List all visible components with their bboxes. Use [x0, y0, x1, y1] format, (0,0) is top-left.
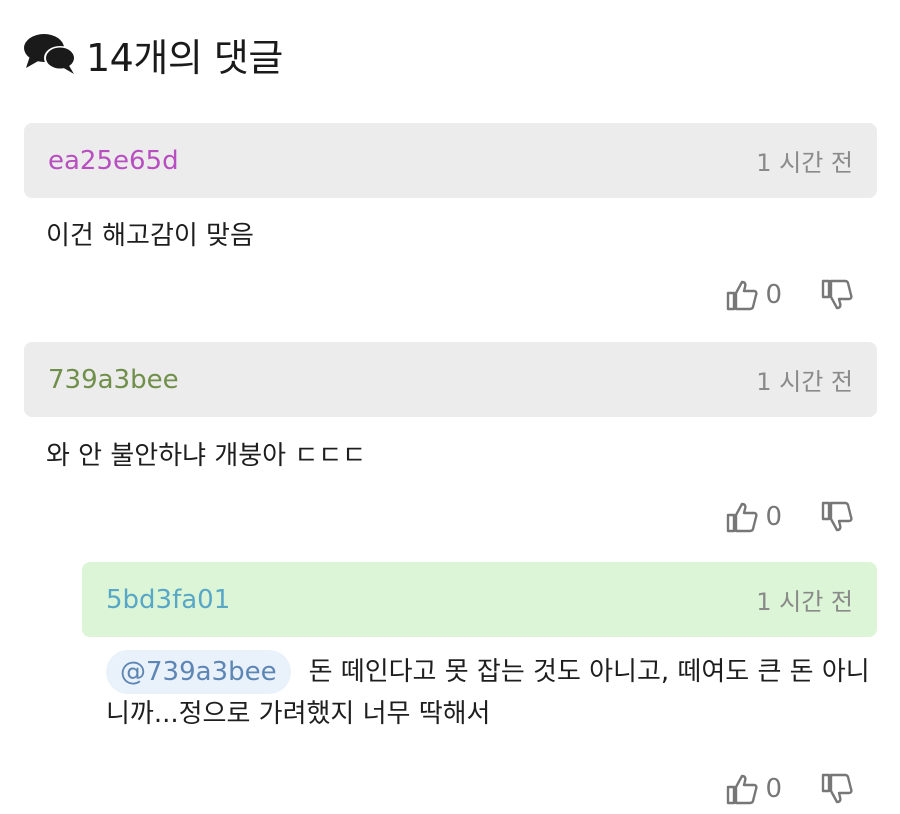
- author-name[interactable]: 5bd3fa01: [106, 585, 230, 615]
- thumbs-down-icon: [821, 279, 853, 310]
- comment-header: 739a3bee 1 시간 전: [24, 342, 877, 417]
- comment-text: 이건 해고감이 맞음: [46, 221, 254, 251]
- comment-time: 1 시간 전: [756, 368, 853, 396]
- author-name[interactable]: ea25e65d: [48, 146, 179, 176]
- like-count: 0: [765, 280, 782, 310]
- comment-actions: 0: [725, 772, 854, 806]
- comment-time: 1 시간 전: [756, 149, 853, 177]
- thumbs-up-icon: [727, 280, 759, 311]
- comment-text: 와 안 불안하냐 개붕아 ㄷㄷㄷ: [46, 441, 367, 471]
- comment-actions: 0: [725, 278, 854, 312]
- comment-time: 1 시간 전: [756, 588, 853, 616]
- like-button[interactable]: 0: [725, 500, 820, 534]
- chat-bubbles-icon: [24, 34, 76, 74]
- thumbs-down-icon: [821, 773, 853, 804]
- comment-actions: 0: [725, 500, 854, 534]
- dislike-button[interactable]: [820, 500, 854, 534]
- like-count: 0: [765, 774, 782, 804]
- thumbs-up-icon: [727, 502, 759, 533]
- comments-title: 14개의 댓글: [86, 35, 283, 80]
- mention-tag[interactable]: @739a3bee: [106, 650, 291, 694]
- dislike-button[interactable]: [820, 278, 854, 312]
- comment-header: ea25e65d 1 시간 전: [24, 123, 877, 198]
- reply-header: 5bd3fa01 1 시간 전: [82, 562, 877, 637]
- like-count: 0: [765, 502, 782, 532]
- thumbs-down-icon: [821, 501, 853, 532]
- comments-header: 14개의 댓글: [22, 28, 283, 80]
- dislike-button[interactable]: [820, 772, 854, 806]
- like-button[interactable]: 0: [725, 772, 820, 806]
- like-button[interactable]: 0: [725, 278, 820, 312]
- thumbs-up-icon: [727, 774, 759, 805]
- author-name[interactable]: 739a3bee: [48, 365, 179, 395]
- reply-text-block: @739a3bee 돈 떼인다고 못 잡는 것도 아니고, 떼여도 큰 돈 아니니…: [106, 650, 876, 735]
